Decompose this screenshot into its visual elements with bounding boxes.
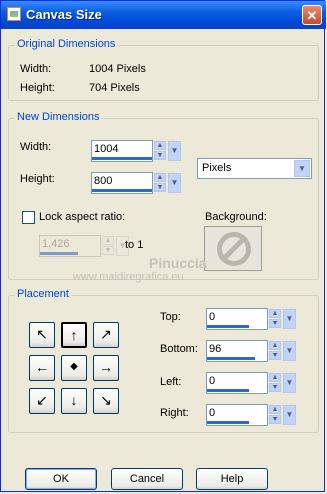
original-width-label: Width:: [20, 63, 52, 75]
bottom-spinner[interactable]: 96 ▲ ▼ ▼: [206, 340, 296, 362]
anchor-top-button[interactable]: ↑: [61, 322, 87, 348]
height-spinner[interactable]: 800 ▲ ▼ ▼: [91, 172, 181, 194]
ratio-suffix: to 1: [125, 239, 144, 251]
anchor-right-button[interactable]: →: [93, 355, 119, 381]
lock-aspect-checkbox[interactable]: [22, 211, 35, 224]
new-dimensions-label: New Dimensions: [15, 111, 102, 123]
units-select[interactable]: Pixels ▼: [197, 158, 312, 179]
spin-up-icon[interactable]: ▲: [269, 309, 281, 318]
anchor-top-left-button[interactable]: ↖: [29, 322, 55, 348]
top-spin-arrows[interactable]: ▲ ▼: [269, 309, 282, 329]
right-dropdown-button[interactable]: ▼: [283, 405, 296, 425]
anchor-left-button[interactable]: ←: [29, 355, 55, 381]
ok-button[interactable]: OK: [25, 468, 97, 490]
left-label: Left:: [160, 376, 182, 388]
spin-down-icon[interactable]: ▼: [269, 351, 281, 360]
watermark-url: www.maidiregrafica.eu: [73, 271, 184, 283]
bottom-dropdown-button[interactable]: ▼: [283, 341, 296, 361]
anchor-bottom-button[interactable]: ↓: [61, 388, 87, 414]
watermark-name: Pinuccia: [149, 255, 207, 271]
spin-down-icon[interactable]: ▼: [154, 151, 166, 160]
window-title: Canvas Size: [26, 7, 102, 22]
no-color-icon: [217, 232, 251, 266]
bottom-label: Bottom:: [160, 343, 198, 355]
anchor-bottom-right-button[interactable]: ↘: [93, 388, 119, 414]
app-icon: [7, 7, 21, 21]
new-width-label: Width:: [20, 141, 52, 153]
height-dropdown-button[interactable]: ▼: [168, 173, 181, 193]
aspect-ratio-spinner: 1,426 ▲ ▼ ▼: [39, 235, 129, 257]
width-slider-bar[interactable]: [92, 157, 152, 160]
original-width-value: 1004 Pixels: [89, 63, 146, 75]
top-slider-bar[interactable]: [207, 325, 249, 328]
right-spinner[interactable]: 0 ▲ ▼ ▼: [206, 404, 296, 426]
height-spin-arrows[interactable]: ▲ ▼: [154, 173, 167, 193]
original-height-value: 704 Pixels: [89, 82, 140, 94]
title-bar[interactable]: Canvas Size ✕: [1, 1, 326, 29]
height-slider-bar[interactable]: [92, 189, 152, 192]
width-dropdown-button[interactable]: ▼: [168, 141, 181, 161]
spin-up-icon[interactable]: ▲: [269, 373, 281, 382]
placement-label: Placement: [15, 288, 71, 300]
left-spinner[interactable]: 0 ▲ ▼ ▼: [206, 372, 296, 394]
right-slider-bar[interactable]: [207, 421, 249, 424]
spin-down-icon[interactable]: ▼: [269, 415, 281, 424]
spin-down-icon[interactable]: ▼: [269, 319, 281, 328]
original-height-label: Height:: [20, 82, 55, 94]
help-button[interactable]: Help: [196, 468, 268, 490]
spin-down-icon[interactable]: ▼: [154, 183, 166, 192]
left-dropdown-button[interactable]: ▼: [283, 373, 296, 393]
left-slider-bar[interactable]: [207, 389, 249, 392]
spin-down-icon: ▼: [102, 246, 114, 255]
chevron-down-icon[interactable]: ▼: [294, 160, 310, 177]
top-dropdown-button[interactable]: ▼: [283, 309, 296, 329]
spin-up-icon[interactable]: ▲: [154, 141, 166, 150]
background-color-swatch[interactable]: [204, 226, 262, 271]
top-spinner[interactable]: 0 ▲ ▼ ▼: [206, 308, 296, 330]
bottom-slider-bar[interactable]: [207, 357, 255, 360]
width-spinner[interactable]: 1004 ▲ ▼ ▼: [91, 140, 181, 162]
anchor-bottom-left-button[interactable]: ↙: [29, 388, 55, 414]
lock-aspect-label: Lock aspect ratio:: [39, 211, 126, 223]
background-label: Background:: [205, 211, 267, 223]
left-spin-arrows[interactable]: ▲ ▼: [269, 373, 282, 393]
units-value: Pixels: [202, 162, 232, 174]
ratio-spin-arrows: ▲ ▼: [102, 236, 115, 256]
bottom-spin-arrows[interactable]: ▲ ▼: [269, 341, 282, 361]
spin-up-icon[interactable]: ▲: [269, 405, 281, 414]
spin-up-icon: ▲: [102, 236, 114, 245]
new-height-label: Height:: [20, 173, 55, 185]
anchor-center-button[interactable]: ◆: [61, 355, 87, 381]
anchor-top-right-button[interactable]: ↗: [93, 322, 119, 348]
ratio-slider-bar: [40, 252, 78, 255]
width-spin-arrows[interactable]: ▲ ▼: [154, 141, 167, 161]
right-label: Right:: [160, 407, 189, 419]
right-spin-arrows[interactable]: ▲ ▼: [269, 405, 282, 425]
top-label: Top:: [160, 311, 181, 323]
canvas-size-dialog: Canvas Size ✕ Original Dimensions Width:…: [0, 0, 326, 492]
spin-up-icon[interactable]: ▲: [154, 173, 166, 182]
cancel-button[interactable]: Cancel: [111, 468, 183, 490]
close-button[interactable]: ✕: [302, 5, 322, 25]
spin-down-icon[interactable]: ▼: [269, 383, 281, 392]
original-dimensions-label: Original Dimensions: [15, 38, 118, 50]
spin-up-icon[interactable]: ▲: [269, 341, 281, 350]
